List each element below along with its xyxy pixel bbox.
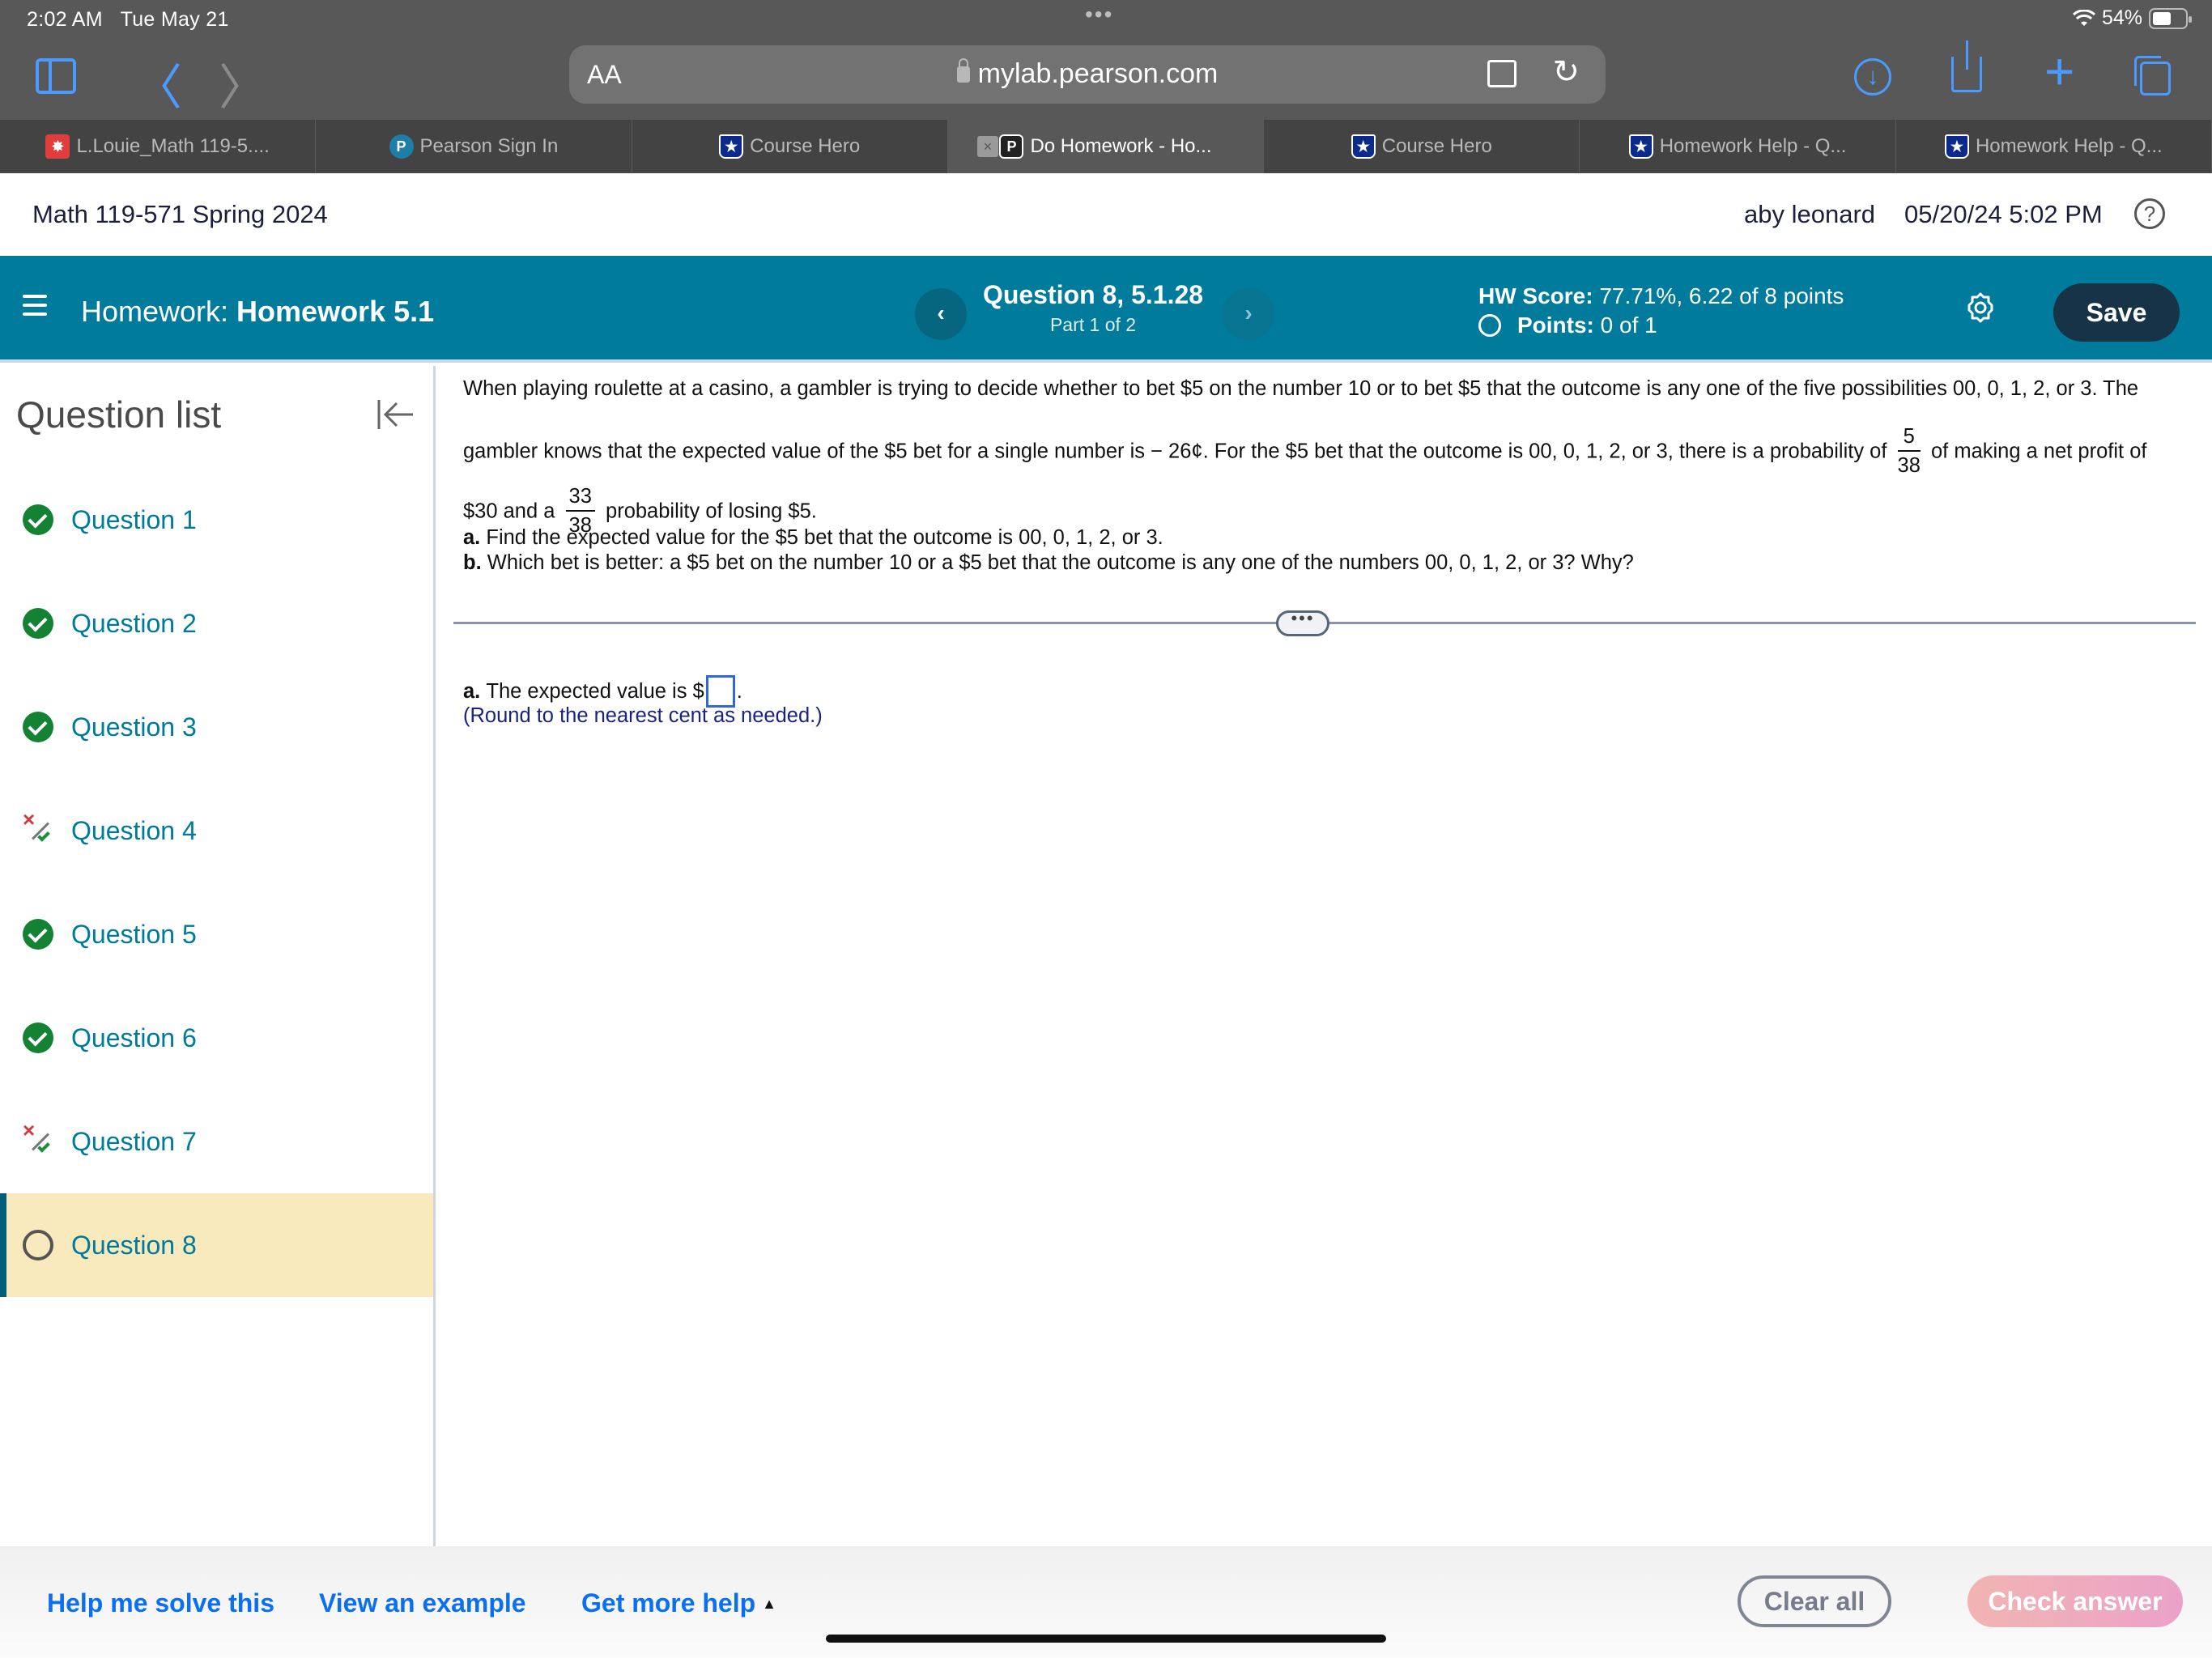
correct-check-icon: [23, 504, 53, 535]
browser-tab[interactable]: ★ Course Hero: [632, 120, 948, 173]
homework-title: Homework: Homework 5.1: [81, 295, 435, 328]
question-list-item[interactable]: Question 5: [0, 882, 433, 986]
points-status-icon: [1478, 314, 1501, 337]
wifi-icon: [2072, 9, 2095, 26]
lock-icon: [956, 58, 970, 83]
correct-check-icon: [23, 919, 53, 950]
downloads-icon[interactable]: ↓: [1854, 58, 1891, 96]
question-text-line: When playing roulette at a casino, a gam…: [463, 377, 2139, 400]
battery-percent: 54%: [2101, 6, 2142, 29]
browser-tab[interactable]: ★ Course Hero: [1264, 120, 1580, 173]
reload-icon[interactable]: ↻: [1552, 53, 1580, 91]
forward-icon[interactable]: 〉: [219, 49, 267, 119]
canvas-icon: ✸: [45, 134, 70, 159]
question-part-b: b. Which bet is better: a $5 bet on the …: [463, 551, 1634, 574]
status-time: 2:02 AM Tue May 21: [27, 8, 229, 31]
course-bar: Math 119-571 Spring 2024 aby leonard 05/…: [0, 173, 2212, 256]
get-more-help-link[interactable]: Get more help ▲: [581, 1588, 776, 1618]
expected-value-input[interactable]: [705, 675, 735, 708]
question-list-item[interactable]: Question 7: [0, 1090, 433, 1193]
browser-tab-active[interactable]: × P Do Homework - Ho...: [947, 120, 1265, 173]
browser-tab[interactable]: ★ Homework Help - Q...: [1580, 120, 1896, 173]
browser-toolbar: 〈 〉 AA mylab.pearson.com ↻ ↓ +: [0, 40, 2212, 120]
coursehero-icon: ★: [719, 134, 744, 159]
sidebar-toggle-icon[interactable]: [36, 58, 76, 94]
divider-drag-handle[interactable]: •••: [1276, 610, 1329, 636]
unanswered-circle-icon: [23, 1230, 53, 1261]
answer-line: a. The expected value is $.: [463, 675, 742, 708]
battery-icon: [2149, 7, 2192, 29]
status-right: 54%: [2072, 6, 2192, 30]
browser-tab[interactable]: ✸ L.Louie_Math 119-5....: [0, 120, 317, 173]
question-points: Points: 0 of 1: [1478, 312, 1657, 338]
course-title: Math 119-571 Spring 2024: [32, 200, 328, 228]
current-datetime: 05/20/24 5:02 PM: [1904, 200, 2103, 228]
check-answer-button[interactable]: Check answer: [1967, 1575, 2183, 1627]
status-bar: 2:02 AM Tue May 21 ••• 54%: [0, 0, 2212, 40]
settings-gear-icon[interactable]: [1964, 291, 1997, 324]
question-text-line: gambler knows that the expected value of…: [463, 424, 2146, 481]
browser-tab[interactable]: P Pearson Sign In: [316, 120, 632, 173]
url-text[interactable]: mylab.pearson.com: [569, 58, 1606, 90]
coursehero-icon: ★: [1351, 134, 1376, 159]
share-icon[interactable]: [1951, 40, 1982, 92]
back-icon[interactable]: 〈: [134, 49, 182, 119]
clear-all-button[interactable]: Clear all: [1738, 1575, 1891, 1627]
correct-check-icon: [23, 1022, 53, 1053]
collapse-panel-icon[interactable]: [376, 397, 416, 432]
tab-overview-icon[interactable]: [2134, 56, 2171, 96]
question-list-item-current[interactable]: Question 8: [0, 1193, 433, 1297]
help-me-solve-link[interactable]: Help me solve this: [47, 1588, 274, 1618]
fraction: 5 38: [1897, 423, 1921, 479]
question-list-item[interactable]: Question 2: [0, 572, 433, 675]
question-list-title: Question list: [16, 393, 222, 436]
partial-credit-icon: [23, 1118, 53, 1157]
answer-hint: (Round to the nearest cent as needed.): [463, 704, 823, 727]
question-list-item[interactable]: Question 1: [0, 468, 433, 572]
caret-up-icon: ▲: [762, 1596, 776, 1612]
question-list-item[interactable]: Question 6: [0, 986, 433, 1090]
address-bar[interactable]: AA mylab.pearson.com ↻: [569, 45, 1606, 104]
question-part-a: a. Find the expected value for the $5 be…: [463, 526, 1163, 549]
coursehero-icon: ★: [1944, 134, 1969, 159]
extensions-icon[interactable]: [1487, 60, 1516, 87]
home-indicator[interactable]: [826, 1635, 1386, 1643]
close-tab-icon[interactable]: ×: [976, 136, 998, 157]
user-name: aby leonard: [1744, 200, 1876, 228]
multitasking-dots-icon[interactable]: •••: [1085, 2, 1113, 28]
question-part: Part 1 of 2: [1049, 314, 1137, 335]
save-button[interactable]: Save: [2053, 283, 2180, 342]
pearson-icon: P: [389, 134, 414, 159]
pearson-p-icon: P: [999, 134, 1024, 159]
next-question-button[interactable]: ›: [1223, 288, 1274, 340]
correct-check-icon: [23, 712, 53, 742]
partial-credit-icon: [23, 807, 53, 846]
question-title: Question 8, 5.1.28: [982, 280, 1204, 309]
question-list-panel: Question list Question 1 Question 2 Ques…: [0, 366, 436, 1546]
help-icon[interactable]: ?: [2134, 198, 2165, 229]
question-list-item[interactable]: Question 4: [0, 779, 433, 882]
browser-tab[interactable]: ★ Homework Help - Q...: [1896, 120, 2212, 173]
coursehero-icon: ★: [1628, 134, 1653, 159]
hw-score: HW Score: 77.71%, 6.22 of 8 points: [1478, 283, 1844, 308]
question-list-item[interactable]: Question 3: [0, 675, 433, 779]
new-tab-icon[interactable]: +: [2044, 45, 2074, 97]
view-example-link[interactable]: View an example: [319, 1588, 526, 1618]
correct-check-icon: [23, 608, 53, 639]
tab-bar: ✸ L.Louie_Math 119-5.... P Pearson Sign In…: [0, 120, 2212, 173]
homework-header: Homework: Homework 5.1 ‹ Question 8, 5.1.…: [0, 256, 2212, 363]
hamburger-menu-icon[interactable]: [23, 295, 47, 316]
